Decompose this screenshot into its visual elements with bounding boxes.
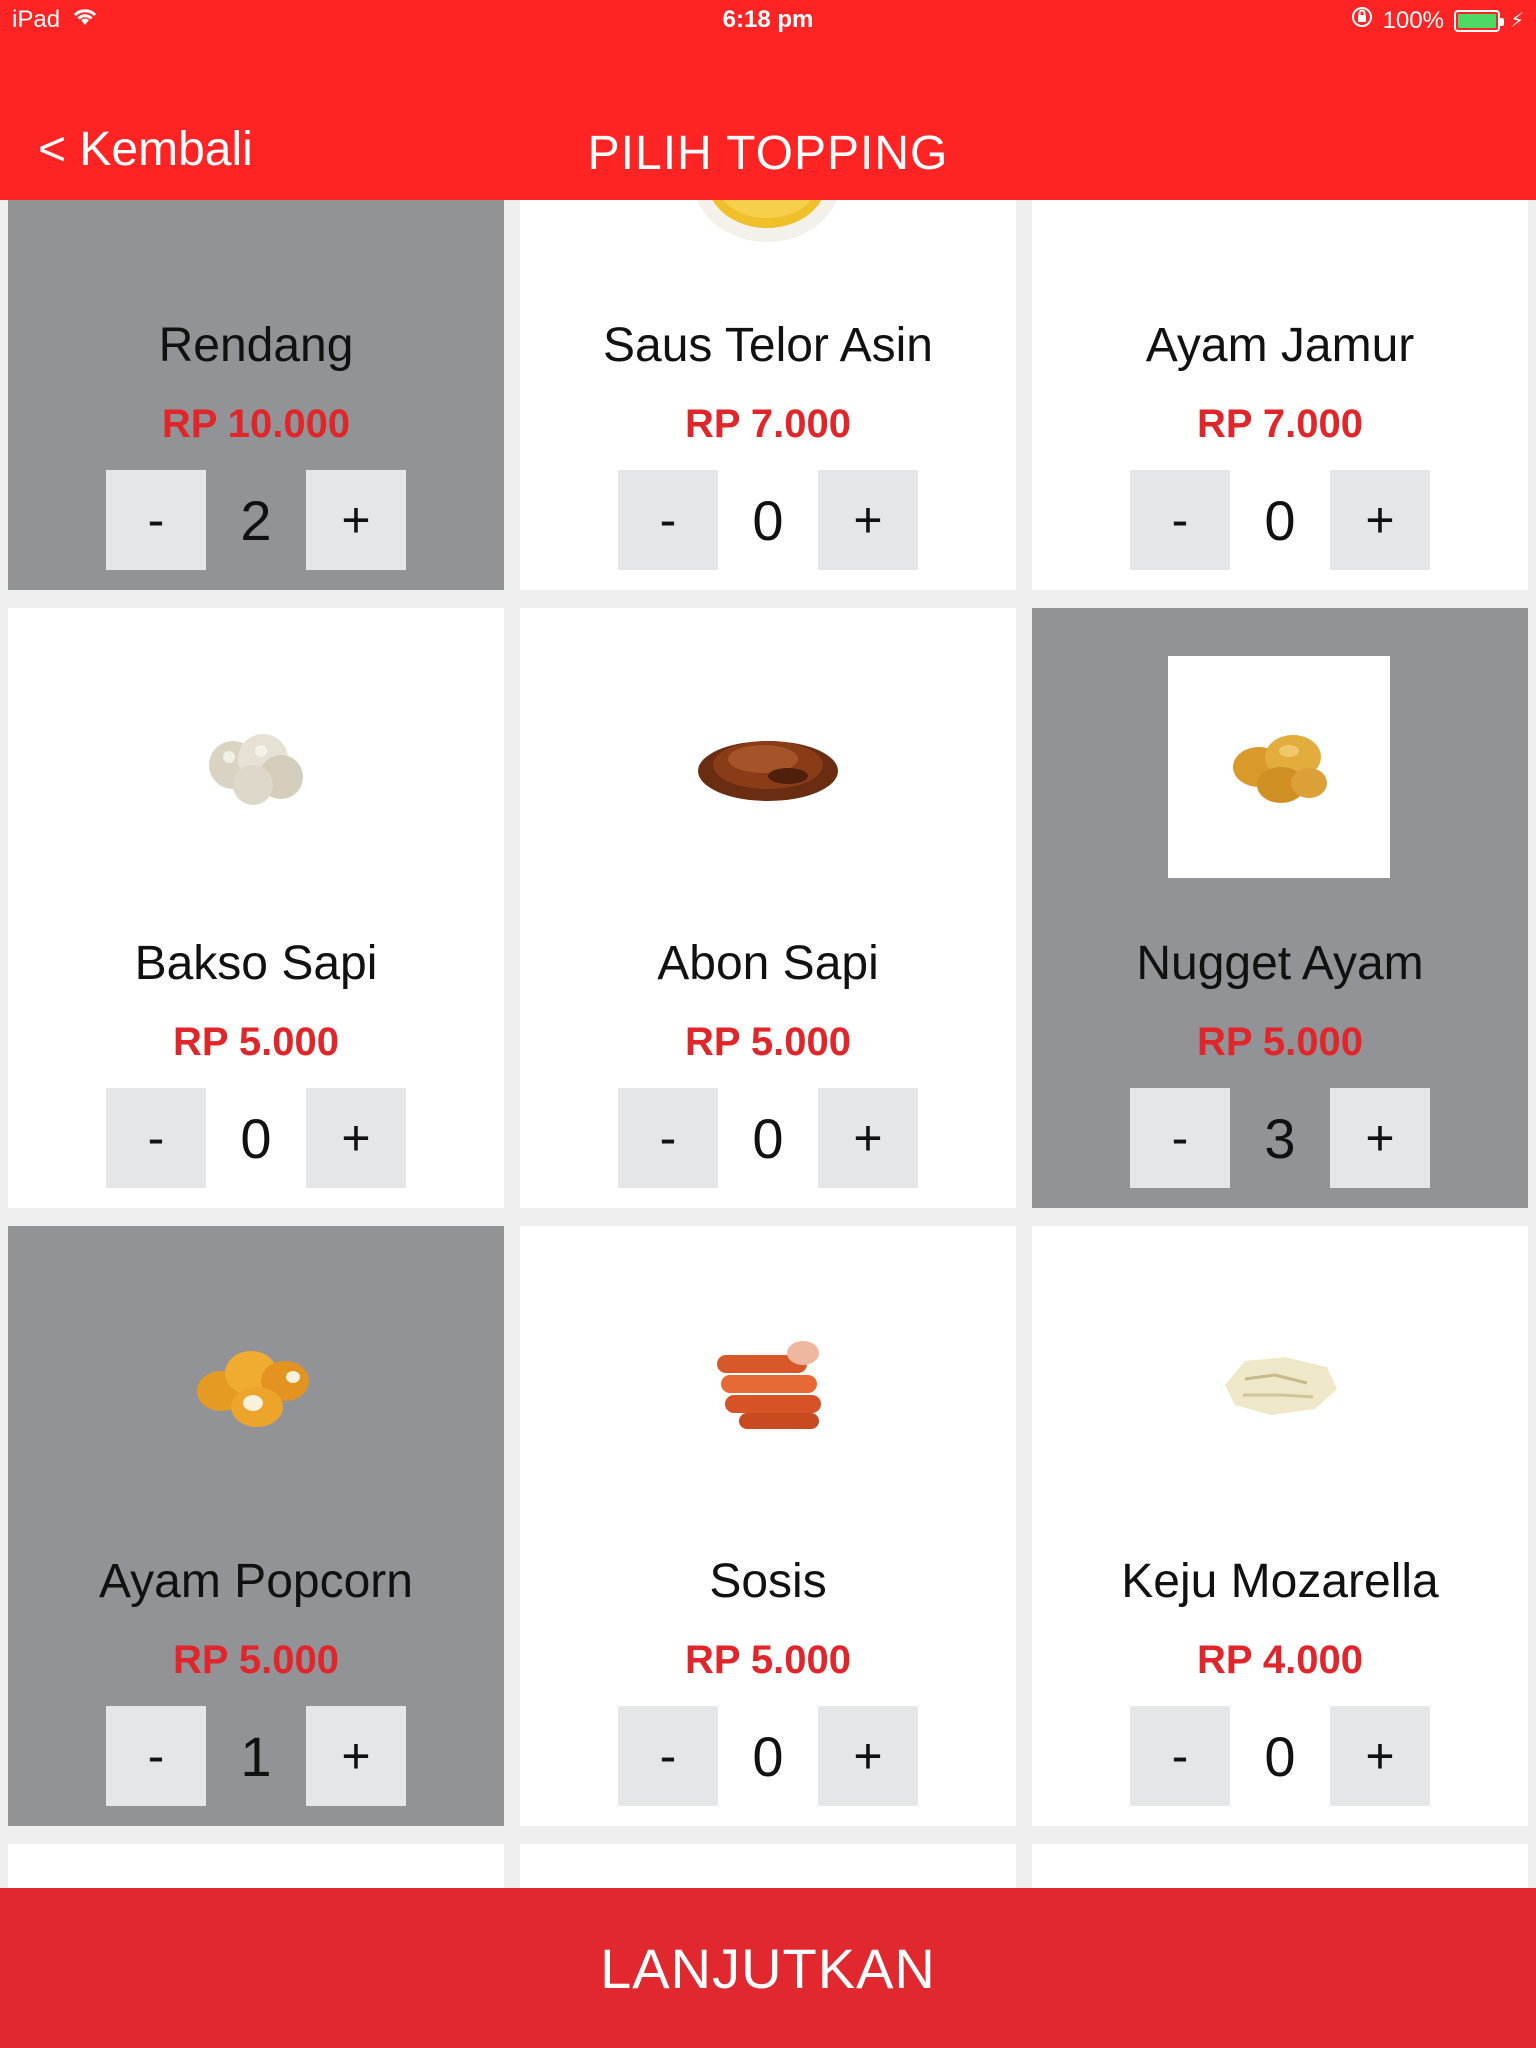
topping-price: RP 5.000	[1196, 1020, 1364, 1064]
quantity-stepper: - 0 +	[106, 1088, 406, 1188]
quantity-stepper: - 0 +	[618, 1088, 918, 1188]
topping-name: Bakso Sapi	[134, 937, 378, 990]
topping-card-partial	[1032, 1844, 1528, 1888]
meatball-image	[156, 666, 356, 866]
decrease-button[interactable]: -	[1130, 1706, 1230, 1806]
increase-button[interactable]: +	[818, 1088, 918, 1188]
topping-name: Keju Mozarella	[1121, 1555, 1439, 1608]
sausage-image	[668, 1284, 868, 1484]
mozzarella-image	[1180, 1284, 1380, 1484]
topping-card-ayam-jamur[interactable]: Ayam Jamur RP 7.000 - 0 +	[1032, 180, 1528, 590]
topping-price: RP 10.000	[161, 402, 351, 446]
continue-button[interactable]: LANJUTKAN	[0, 1888, 1536, 2048]
charging-icon: ⚡	[1509, 10, 1524, 32]
quantity-stepper: - 0 +	[1130, 1706, 1430, 1806]
decrease-button[interactable]: -	[106, 470, 206, 570]
quantity-stepper: - 0 +	[1130, 470, 1430, 570]
quantity-value: 0	[752, 488, 784, 552]
quantity-stepper: - 0 +	[618, 1706, 918, 1806]
topping-card-partial	[8, 1844, 504, 1888]
increase-button[interactable]: +	[1330, 1706, 1430, 1806]
quantity-value: 0	[752, 1106, 784, 1170]
status-bar: iPad 6:18 pm 100% ⚡	[0, 0, 1536, 40]
topping-price: RP 5.000	[684, 1020, 852, 1064]
increase-button[interactable]: +	[306, 470, 406, 570]
quantity-stepper: - 0 +	[618, 470, 918, 570]
topping-name: Nugget Ayam	[1136, 937, 1424, 990]
topping-name: Sosis	[709, 1555, 827, 1608]
status-right: 100% ⚡	[1351, 6, 1524, 35]
topping-card-partial	[520, 1844, 1016, 1888]
header-bar: iPad 6:18 pm 100% ⚡ < Kembali PILIH TOPP…	[0, 0, 1536, 200]
decrease-button[interactable]: -	[618, 1706, 718, 1806]
quantity-value: 0	[1264, 1724, 1296, 1788]
topping-price: RP 5.000	[684, 1638, 852, 1682]
decrease-button[interactable]: -	[106, 1088, 206, 1188]
battery-percent: 100%	[1382, 6, 1444, 34]
topping-price: RP 5.000	[172, 1020, 340, 1064]
topping-card-rendang[interactable]: Rendang RP 10.000 - 2 +	[8, 180, 504, 590]
topping-name: Saus Telor Asin	[603, 319, 933, 372]
quantity-value: 0	[752, 1724, 784, 1788]
topping-card-abon-sapi[interactable]: Abon Sapi RP 5.000 - 0 +	[520, 608, 1016, 1208]
topping-price: RP 5.000	[172, 1638, 340, 1682]
topping-screen: Rendang RP 10.000 - 2 + Saus Telor Asin …	[0, 0, 1536, 2048]
increase-button[interactable]: +	[818, 1706, 918, 1806]
topping-name: Ayam Popcorn	[99, 1555, 413, 1608]
decrease-button[interactable]: -	[1130, 470, 1230, 570]
nugget-image	[1168, 656, 1390, 878]
increase-button[interactable]: +	[1330, 470, 1430, 570]
topping-price: RP 7.000	[684, 402, 852, 446]
decrease-button[interactable]: -	[618, 470, 718, 570]
status-time: 6:18 pm	[722, 6, 814, 33]
decrease-button[interactable]: -	[106, 1706, 206, 1806]
topping-name: Rendang	[158, 319, 354, 372]
quantity-value: 0	[1264, 488, 1296, 552]
page-title: PILIH TOPPING	[587, 127, 949, 180]
increase-button[interactable]: +	[818, 470, 918, 570]
topping-name: Ayam Jamur	[1145, 319, 1415, 372]
decrease-button[interactable]: -	[618, 1088, 718, 1188]
increase-button[interactable]: +	[306, 1088, 406, 1188]
quantity-value: 3	[1264, 1106, 1296, 1170]
decrease-button[interactable]: -	[1130, 1088, 1230, 1188]
topping-card-keju-mozarella[interactable]: Keju Mozarella RP 4.000 - 0 +	[1032, 1226, 1528, 1826]
topping-card-saus-telor-asin[interactable]: Saus Telor Asin RP 7.000 - 0 +	[520, 180, 1016, 590]
topping-name: Abon Sapi	[657, 937, 879, 990]
battery-icon	[1453, 9, 1504, 32]
topping-price: RP 7.000	[1196, 402, 1364, 446]
increase-button[interactable]: +	[306, 1706, 406, 1806]
topping-card-bakso-sapi[interactable]: Bakso Sapi RP 5.000 - 0 +	[8, 608, 504, 1208]
topping-price: RP 4.000	[1196, 1638, 1364, 1682]
quantity-stepper: - 1 +	[106, 1706, 406, 1806]
quantity-value: 1	[240, 1724, 272, 1788]
quantity-value: 0	[240, 1106, 272, 1170]
quantity-stepper: - 2 +	[106, 470, 406, 570]
beef-floss-image	[668, 666, 868, 866]
topping-card-sosis[interactable]: Sosis RP 5.000 - 0 +	[520, 1226, 1016, 1826]
topping-card-ayam-popcorn[interactable]: Ayam Popcorn RP 5.000 - 1 +	[8, 1226, 504, 1826]
increase-button[interactable]: +	[1330, 1088, 1430, 1188]
quantity-stepper: - 3 +	[1130, 1088, 1430, 1188]
popcorn-chicken-image	[156, 1284, 356, 1484]
rotation-lock-icon	[1351, 6, 1373, 35]
topping-card-nugget-ayam[interactable]: Nugget Ayam RP 5.000 - 3 +	[1032, 608, 1528, 1208]
quantity-value: 2	[240, 488, 272, 552]
